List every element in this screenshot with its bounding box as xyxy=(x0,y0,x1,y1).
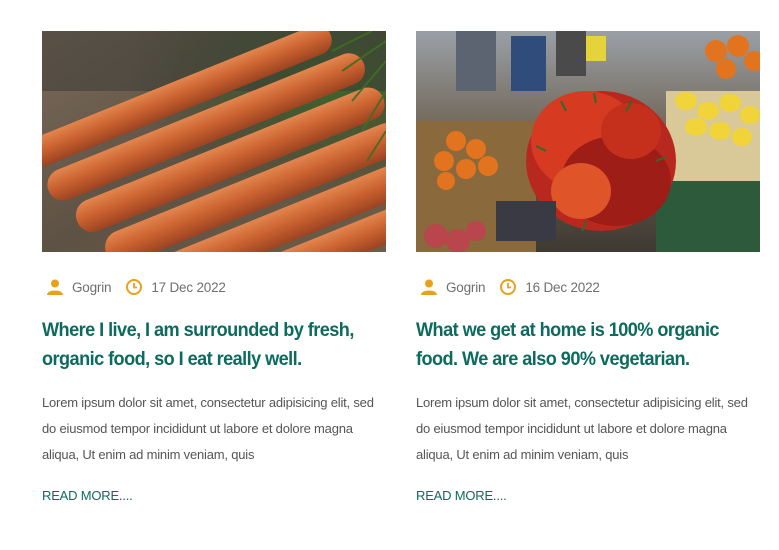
post-title[interactable]: What we get at home is 100% organic food… xyxy=(416,316,760,374)
post-author[interactable]: Gogrin xyxy=(72,280,112,295)
post-excerpt: Lorem ipsum dolor sit amet, consectetur … xyxy=(42,395,374,462)
clock-icon xyxy=(499,278,517,296)
post-meta: Gogrin 16 Dec 2022 xyxy=(416,278,760,296)
post-date: 16 Dec 2022 xyxy=(525,279,600,295)
post-author[interactable]: Gogrin xyxy=(446,280,486,295)
clock-icon xyxy=(125,278,143,296)
post-title[interactable]: Where I live, I am surrounded by fresh, … xyxy=(42,316,386,374)
post-image-carrots[interactable] xyxy=(42,31,386,252)
blog-card: Gogrin 16 Dec 2022 What we get at home i… xyxy=(416,31,760,505)
post-excerpt: Lorem ipsum dolor sit amet, consectetur … xyxy=(416,395,748,462)
blog-card: Gogrin 17 Dec 2022 Where I live, I am su… xyxy=(42,31,386,505)
user-icon xyxy=(46,278,64,296)
read-more-link[interactable]: READ MORE.... xyxy=(416,488,507,503)
post-date: 17 Dec 2022 xyxy=(151,279,226,295)
read-more-link[interactable]: READ MORE.... xyxy=(42,488,133,503)
post-meta: Gogrin 17 Dec 2022 xyxy=(42,278,386,296)
post-image-market[interactable] xyxy=(416,31,760,252)
user-icon xyxy=(420,278,438,296)
